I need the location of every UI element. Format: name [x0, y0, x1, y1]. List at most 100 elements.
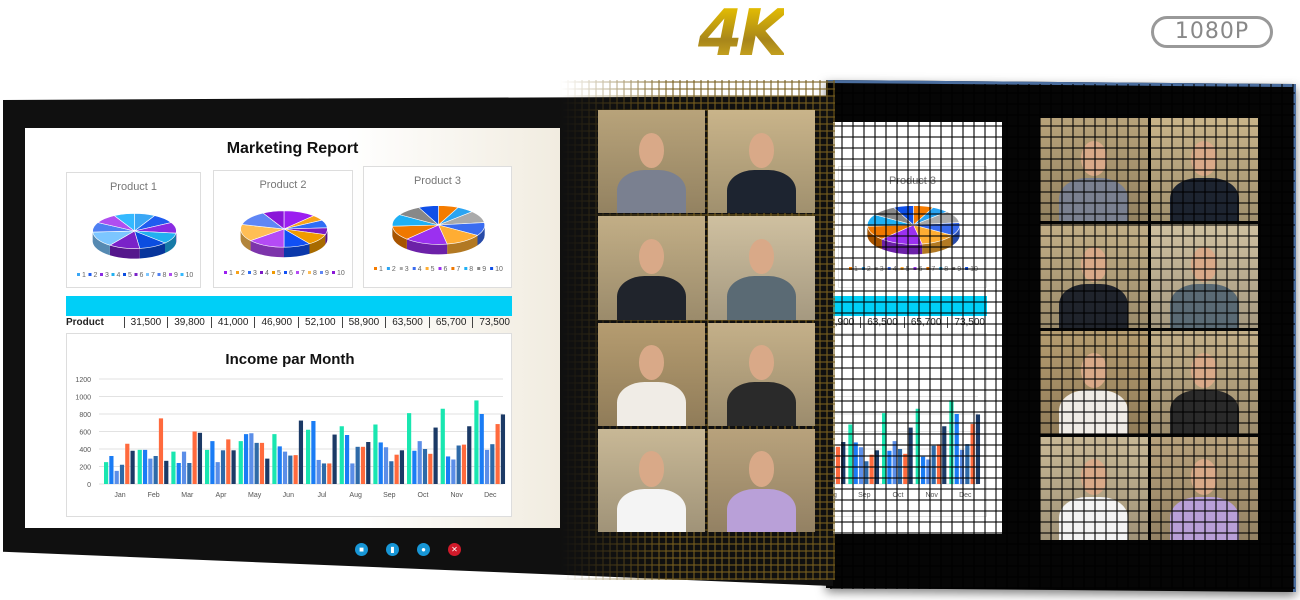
legend-swatch	[887, 267, 891, 270]
legend-swatch	[926, 267, 930, 270]
legend-label: 3	[405, 266, 409, 273]
legend-label: 5	[277, 270, 281, 277]
x-tick-label: Jan	[114, 492, 125, 499]
participant-tile[interactable]	[1150, 118, 1258, 222]
participant-tile[interactable]	[1040, 436, 1148, 540]
participant-tile[interactable]	[598, 216, 705, 320]
pie-chart: 1 2 3 4 5 6 7 8 9 10	[77, 213, 193, 279]
legend-label: 7	[456, 266, 460, 273]
legend-swatch	[913, 267, 917, 270]
chat-button[interactable]: ●	[417, 543, 430, 556]
product-card: Product 2 1 2 3 4 5 6 7 8 9 10	[213, 170, 353, 288]
participant-body	[727, 488, 796, 532]
participant-tile[interactable]	[1040, 224, 1148, 328]
participant-body	[1059, 284, 1129, 328]
participant-face	[638, 132, 665, 168]
bar	[445, 456, 451, 484]
participant-tile[interactable]	[708, 216, 815, 320]
participant-tile[interactable]	[598, 322, 705, 426]
bar	[931, 445, 936, 484]
legend-label: 5	[431, 266, 435, 273]
bar	[197, 432, 203, 484]
bar	[897, 449, 903, 484]
table-cell: 31,500	[123, 317, 168, 328]
bar	[210, 441, 215, 484]
legend-label: 8	[163, 272, 167, 279]
bar	[417, 441, 422, 484]
legend-label: 4	[418, 266, 422, 273]
legend-label: 9	[174, 272, 178, 279]
income-bar-chart: Income par Month 020040060080010001200Ja…	[830, 378, 981, 499]
legend-label: 6	[140, 272, 144, 279]
bar	[903, 453, 908, 484]
bar	[265, 458, 270, 484]
close-icon: ✕	[451, 545, 458, 554]
bar	[158, 418, 164, 484]
participant-tile[interactable]	[598, 110, 705, 214]
participant-face	[1080, 140, 1107, 176]
bar	[869, 454, 874, 484]
legend-swatch	[169, 273, 172, 276]
bar	[892, 441, 897, 484]
bar	[495, 424, 500, 484]
end-call-button[interactable]: ✕	[448, 543, 461, 556]
bar	[360, 446, 366, 484]
bar	[959, 449, 965, 484]
participant-tile[interactable]	[1040, 330, 1148, 434]
bar	[164, 460, 169, 484]
bar	[864, 461, 869, 484]
video-camera-button[interactable]: ■	[355, 543, 368, 556]
legend-label: 2	[392, 266, 396, 273]
bar	[389, 461, 394, 484]
legend-swatch	[438, 267, 442, 270]
participant-face	[748, 132, 775, 168]
bar	[114, 470, 119, 484]
participant-tile[interactable]	[708, 428, 815, 532]
legend-label: 6	[444, 266, 448, 273]
bar	[298, 420, 304, 484]
participant-face	[748, 238, 775, 275]
income-chart-card: Income par Month 0 200 400 600 800 1000 1200 Ja…	[66, 333, 512, 517]
participant-tile[interactable]	[708, 110, 815, 214]
bar	[130, 450, 135, 484]
legend-swatch	[88, 273, 92, 276]
bar	[254, 442, 259, 484]
participant-face	[748, 345, 775, 381]
participant-tile[interactable]	[1150, 330, 1258, 434]
x-tick-label: Sep	[383, 492, 396, 499]
table-cell: 73,500	[472, 317, 516, 328]
legend-label: 1	[82, 272, 86, 279]
x-tick-label: Nov	[450, 492, 463, 499]
legend-swatch	[260, 271, 263, 274]
slide-title: Marketing Report	[830, 140, 1002, 158]
bar	[288, 455, 293, 484]
legend-swatch	[123, 273, 126, 276]
signal-button[interactable]: ▮	[386, 543, 399, 556]
legend-swatch	[180, 273, 184, 276]
bar	[125, 443, 130, 484]
participant-tile[interactable]	[708, 322, 815, 426]
legend-label: 7	[151, 272, 155, 279]
participant-face	[638, 238, 665, 275]
participant-tile[interactable]	[1150, 436, 1258, 540]
bar	[399, 450, 405, 484]
table-cell: 41,000	[210, 317, 255, 328]
legend-label: 3	[253, 270, 257, 277]
bar	[412, 450, 417, 484]
bar	[171, 451, 176, 484]
legend-swatch	[224, 271, 227, 274]
legend-label: 1	[229, 270, 233, 277]
bar	[355, 446, 360, 484]
participant-tile[interactable]	[598, 428, 705, 532]
participant-tile[interactable]	[1040, 118, 1148, 222]
table-cell: 52,100	[298, 317, 342, 328]
bar	[119, 464, 125, 484]
legend-label: 10	[495, 266, 503, 273]
bar	[373, 424, 378, 484]
x-tick-label: Apr	[216, 492, 228, 499]
1080p-badge: 1080P	[1151, 16, 1273, 48]
table-cell: 65,700	[428, 317, 473, 328]
participant-body	[727, 169, 796, 214]
participant-tile[interactable]	[1150, 224, 1258, 328]
signal-bars-icon: ▮	[390, 545, 395, 554]
